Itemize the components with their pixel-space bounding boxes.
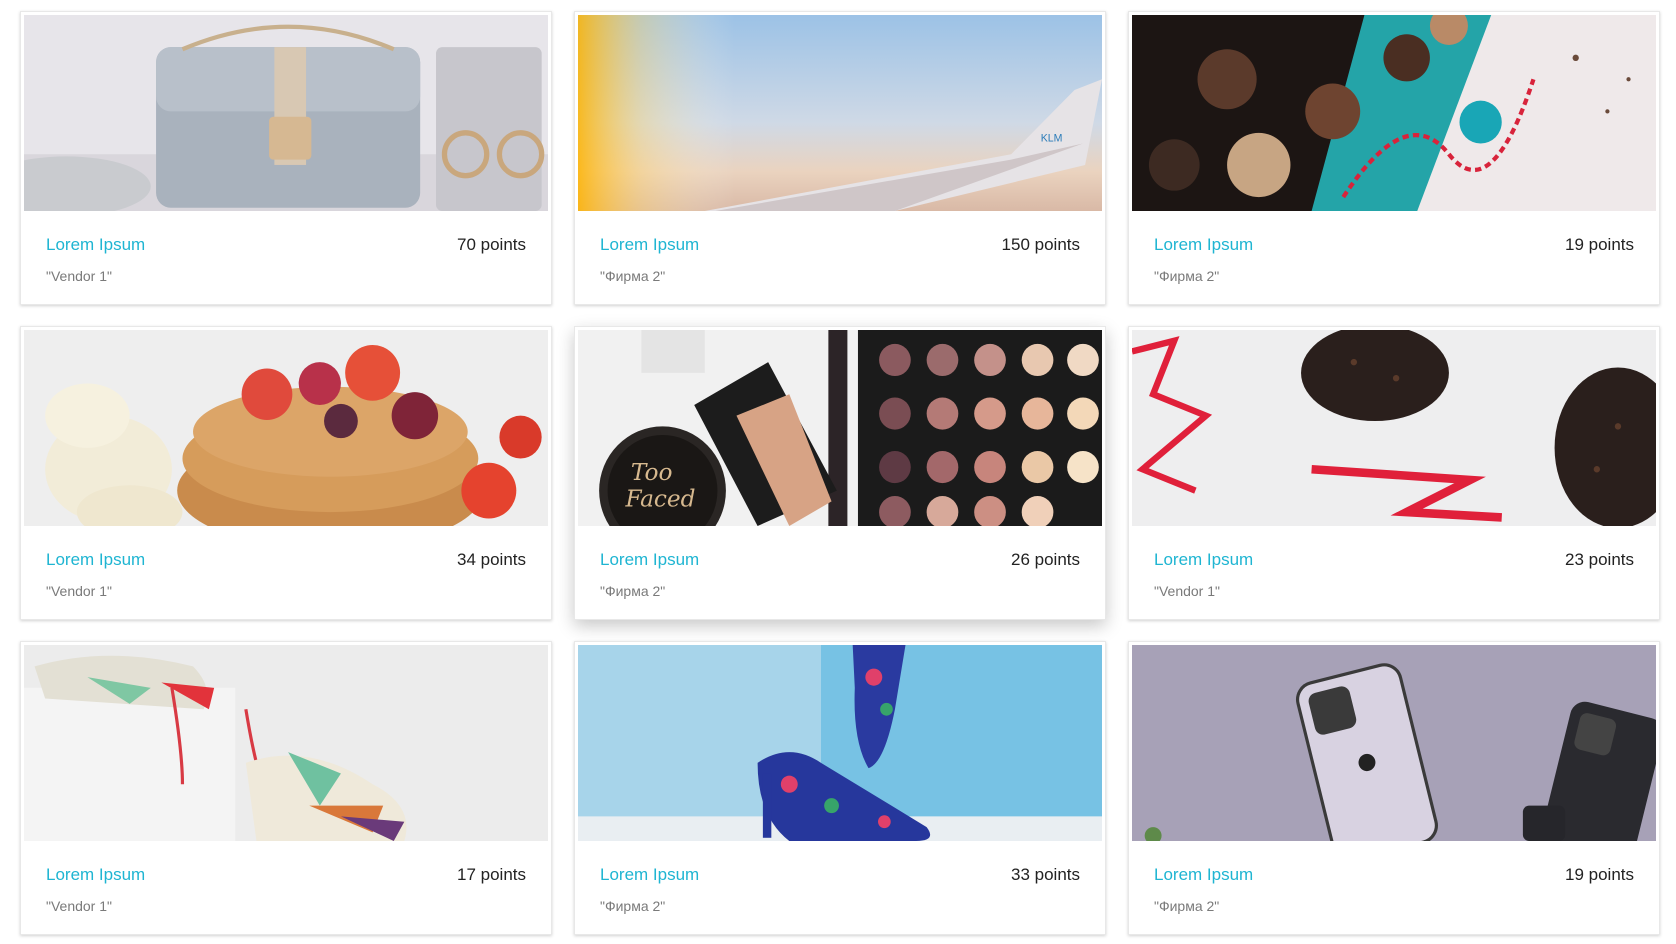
product-meta: Lorem Ipsum 150 points "Фирма 2" [578,211,1102,303]
product-card[interactable]: Lorem Ipsum 17 points "Vendor 1" [20,641,552,935]
product-points: 34 points [457,550,526,569]
product-title[interactable]: Lorem Ipsum [600,235,699,255]
product-card[interactable]: Lorem Ipsum 33 points "Фирма 2" [574,641,1106,935]
product-vendor: "Vendor 1" [46,898,112,914]
handbag-earrings-photo[interactable] [24,15,548,211]
product-card[interactable]: Lorem Ipsum 23 points "Vendor 1" [1128,326,1660,620]
makeup-palette-photo[interactable]: Too Faced [578,330,1102,526]
product-meta: Lorem Ipsum 17 points "Vendor 1" [24,841,548,933]
product-meta: Lorem Ipsum 70 points "Vendor 1" [24,211,548,303]
svg-text:Too: Too [631,458,673,486]
product-title[interactable]: Lorem Ipsum [46,550,145,570]
product-card[interactable]: Lorem Ipsum 19 points "Фирма 2" [1128,641,1660,935]
product-meta: Lorem Ipsum 23 points "Vendor 1" [1132,526,1656,618]
product-meta: Lorem Ipsum 26 points "Фирма 2" [578,526,1102,618]
sneakers-photo[interactable] [24,645,548,841]
product-card[interactable]: Lorem Ipsum 34 points "Vendor 1" [20,326,552,620]
product-points: 33 points [1011,865,1080,884]
product-card[interactable]: Lorem Ipsum 19 points "Фирма 2" [1128,11,1660,305]
product-title[interactable]: Lorem Ipsum [46,865,145,885]
product-points: 26 points [1011,550,1080,569]
product-title[interactable]: Lorem Ipsum [600,550,699,570]
product-meta: Lorem Ipsum 34 points "Vendor 1" [24,526,548,618]
product-points: 150 points [1001,235,1080,254]
product-points: 19 points [1565,235,1634,254]
pancakes-berries-photo[interactable] [24,330,548,526]
product-points: 70 points [457,235,526,254]
high-heels-photo[interactable] [578,645,1102,841]
product-grid: Lorem Ipsum 70 points "Vendor 1" KLM Lor… [20,11,1660,935]
product-meta: Lorem Ipsum 33 points "Фирма 2" [578,841,1102,933]
product-vendor: "Фирма 2" [600,268,666,284]
product-vendor: "Фирма 2" [1154,268,1220,284]
svg-text:KLM: KLM [1041,132,1063,144]
airplane-wing-photo[interactable]: KLM [578,15,1102,211]
product-title[interactable]: Lorem Ipsum [1154,235,1253,255]
product-vendor: "Vendor 1" [46,583,112,599]
product-title[interactable]: Lorem Ipsum [1154,865,1253,885]
product-meta: Lorem Ipsum 19 points "Фирма 2" [1132,841,1656,933]
product-vendor: "Фирма 2" [1154,898,1220,914]
product-card[interactable]: Lorem Ipsum 70 points "Vendor 1" [20,11,552,305]
product-meta: Lorem Ipsum 19 points "Фирма 2" [1132,211,1656,303]
chocolate-hearts-photo[interactable] [1132,330,1656,526]
smartphones-photo[interactable] [1132,645,1656,841]
svg-text:Faced: Faced [625,485,696,513]
product-points: 23 points [1565,550,1634,569]
product-card[interactable]: Too Faced Lorem Ipsum 26 points "Фирма 2… [574,326,1106,620]
product-vendor: "Vendor 1" [1154,583,1220,599]
product-points: 19 points [1565,865,1634,884]
product-title[interactable]: Lorem Ipsum [1154,550,1253,570]
product-vendor: "Фирма 2" [600,898,666,914]
product-title[interactable]: Lorem Ipsum [600,865,699,885]
product-vendor: "Vendor 1" [46,268,112,284]
chocolates-box-photo[interactable] [1132,15,1656,211]
product-card[interactable]: KLM Lorem Ipsum 150 points "Фирма 2" [574,11,1106,305]
product-title[interactable]: Lorem Ipsum [46,235,145,255]
product-vendor: "Фирма 2" [600,583,666,599]
product-points: 17 points [457,865,526,884]
